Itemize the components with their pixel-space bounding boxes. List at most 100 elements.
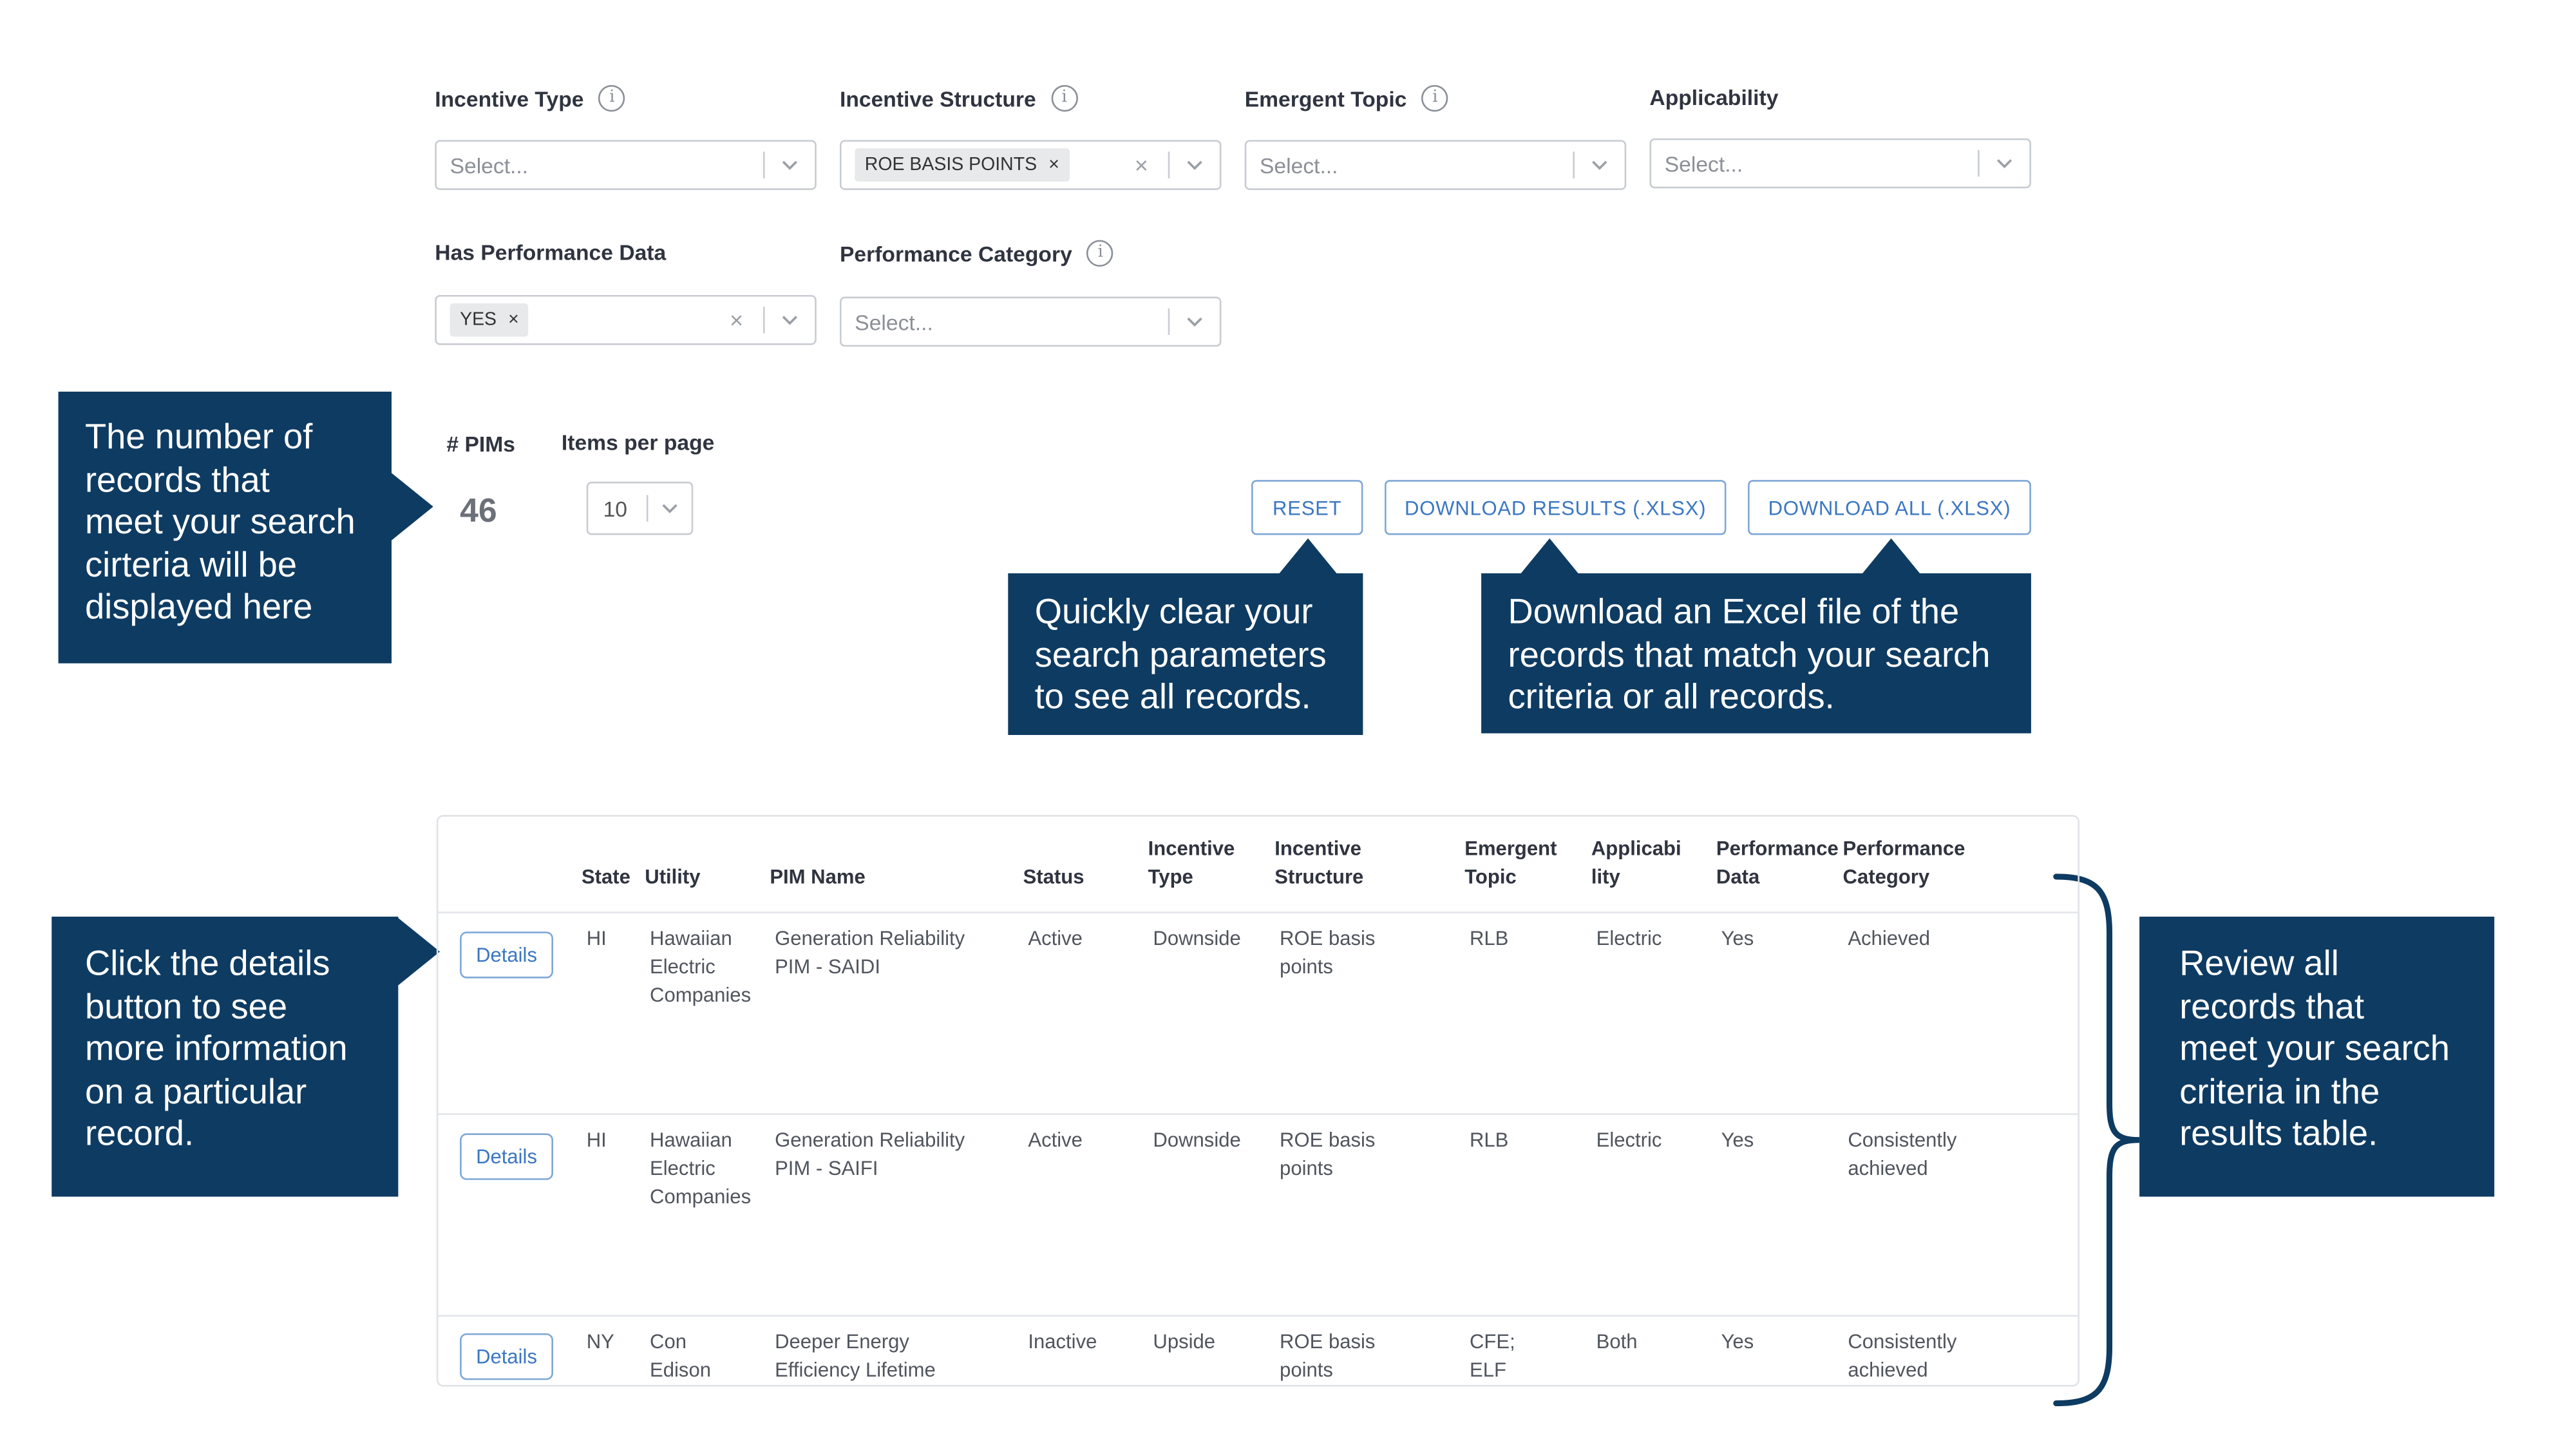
cell-performance-data: Yes (1721, 1330, 1754, 1353)
performance-category-label-text: Performance Category (839, 240, 1072, 266)
header-utility[interactable]: Utility (645, 863, 700, 892)
cell-applicability: Both (1596, 1330, 1638, 1353)
results-table: State Utility PIM Name Status Incentive … (436, 815, 2079, 1387)
header-line: Data (1716, 864, 1760, 889)
cell-performance-category: Consistently achieved (1848, 1328, 1956, 1385)
items-per-page-label: Items per page (561, 430, 715, 455)
emergent-topic-select[interactable]: Select... (1244, 140, 1627, 190)
incentive-type-label: Incentive Type i (435, 84, 626, 112)
chevron-down-icon[interactable] (1183, 153, 1206, 176)
header-applicability[interactable]: Applicabi lity (1591, 835, 1681, 892)
cell-line: Consistently (1848, 1330, 1957, 1353)
cell-line: PIM - SAIDI (775, 955, 880, 978)
emergent-topic-label: Emergent Topic i (1245, 84, 1449, 112)
download-all-button[interactable]: DOWNLOAD ALL (.XLSX) (1748, 480, 2031, 535)
cell-line: CFE; (1469, 1330, 1515, 1353)
performance-category-select[interactable]: Select... (839, 296, 1222, 347)
callout-line: results table. (2179, 1114, 2378, 1154)
header-performance-category[interactable]: Performance Category (1843, 835, 1965, 892)
header-pim-name[interactable]: PIM Name (770, 863, 865, 892)
callout-line: Quickly clear your (1034, 593, 1313, 632)
select-separator (1168, 151, 1170, 178)
cell-state: HI (586, 926, 607, 950)
download-results-button[interactable]: DOWNLOAD RESULTS (.XLSX) (1385, 480, 1727, 535)
tag-remove-icon[interactable]: × (508, 310, 519, 330)
cell-line: Hawaiian (650, 1128, 732, 1152)
selected-tag: ROE BASIS POINTS × (855, 148, 1070, 182)
has-performance-data-label-text: Has Performance Data (435, 240, 667, 265)
selected-tag: YES × (450, 303, 529, 337)
callout-line: button to see (84, 987, 288, 1026)
cell-performance-data: Yes (1721, 1128, 1754, 1152)
header-state[interactable]: State (582, 863, 630, 892)
cell-utility: Hawaiian Electric Companies (650, 925, 751, 1010)
chevron-down-icon[interactable] (1183, 310, 1206, 333)
cell-state: HI (586, 1128, 607, 1152)
items-per-page-value: 10 (603, 495, 628, 521)
cell-emergent-topic: CFE; ELF (1470, 1328, 1515, 1385)
callout-line: meet your search (2179, 1029, 2450, 1069)
info-icon[interactable]: i (598, 84, 626, 112)
cell-line: RLB (1469, 1128, 1509, 1152)
callout-line: The number of (84, 418, 313, 457)
chevron-down-icon[interactable] (778, 309, 801, 332)
cell-line: ROE basis (1280, 1128, 1376, 1152)
tag-remove-icon[interactable]: × (1048, 155, 1059, 175)
callout-line: cirteria will be (84, 546, 298, 584)
chevron-down-icon[interactable] (778, 153, 801, 176)
callout-line: Click the details (84, 944, 330, 984)
select-separator (646, 495, 649, 522)
items-per-page-select[interactable]: 10 (586, 481, 694, 535)
applicability-label: Applicability (1649, 85, 1778, 110)
header-emergent-topic[interactable]: Emergent Topic (1464, 835, 1557, 892)
cell-line: Generation Reliability (775, 1128, 965, 1152)
header-line: Category (1842, 864, 1930, 889)
info-icon[interactable]: i (1087, 240, 1114, 267)
details-button[interactable]: Details (460, 1333, 553, 1380)
pim-count: 46 (460, 493, 497, 530)
cell-performance-category: Achieved (1848, 925, 1930, 953)
cell-line: Electric (650, 1156, 715, 1180)
header-line: Performance (1716, 836, 1839, 861)
clear-icon[interactable]: × (723, 307, 750, 333)
cell-emergent-topic: RLB (1470, 925, 1508, 953)
table-callout: Review all records that meet your search… (2139, 917, 2495, 1197)
performance-category-placeholder: Select... (855, 309, 933, 334)
cell-pim-name: Generation Reliability PIM - SAIDI (775, 925, 965, 982)
cell-performance-category: Consistently achieved (1848, 1127, 1956, 1183)
header-status[interactable]: Status (1023, 863, 1084, 892)
cell-pim-name: Deeper Energy Efficiency Lifetime (775, 1328, 936, 1385)
header-line: lity (1591, 864, 1620, 889)
incentive-structure-select[interactable]: ROE BASIS POINTS × × (839, 140, 1222, 190)
pim-count-label: # PIMs (446, 432, 515, 457)
cell-line: ELF (1469, 1358, 1506, 1382)
has-performance-data-select[interactable]: YES × × (435, 294, 817, 345)
header-line: Performance (1842, 836, 1965, 861)
info-icon[interactable]: i (1050, 84, 1078, 112)
incentive-type-select[interactable]: Select... (435, 140, 817, 190)
details-button[interactable]: Details (460, 1133, 553, 1180)
chevron-down-icon[interactable] (1993, 151, 2016, 175)
chevron-down-icon[interactable] (1588, 153, 1611, 176)
header-line: Topic (1464, 864, 1517, 889)
callout-line: to see all records. (1034, 678, 1311, 717)
has-performance-data-value: YES × (437, 303, 723, 337)
clear-icon[interactable]: × (1128, 151, 1155, 178)
header-line: Incentive (1274, 836, 1361, 861)
select-separator (762, 151, 765, 178)
info-icon[interactable]: i (1421, 84, 1449, 112)
cell-line: points (1280, 1358, 1333, 1382)
chevron-down-icon[interactable] (658, 497, 681, 520)
cell-line: achieved (1848, 1358, 1928, 1382)
details-button[interactable]: Details (460, 931, 553, 978)
header-incentive-structure[interactable]: Incentive Structure (1274, 835, 1363, 892)
header-incentive-type[interactable]: Incentive Type (1148, 835, 1235, 892)
callout-pointer (1278, 538, 1338, 575)
cell-line: RLB (1469, 926, 1509, 950)
header-performance-data[interactable]: Performance Data (1716, 835, 1839, 892)
reset-button[interactable]: RESET (1251, 480, 1363, 535)
applicability-select[interactable]: Select... (1649, 138, 2031, 189)
cell-incentive-type: Upside (1153, 1330, 1216, 1353)
cell-line: ROE basis (1280, 926, 1376, 950)
callout-line: search parameters (1034, 636, 1327, 674)
